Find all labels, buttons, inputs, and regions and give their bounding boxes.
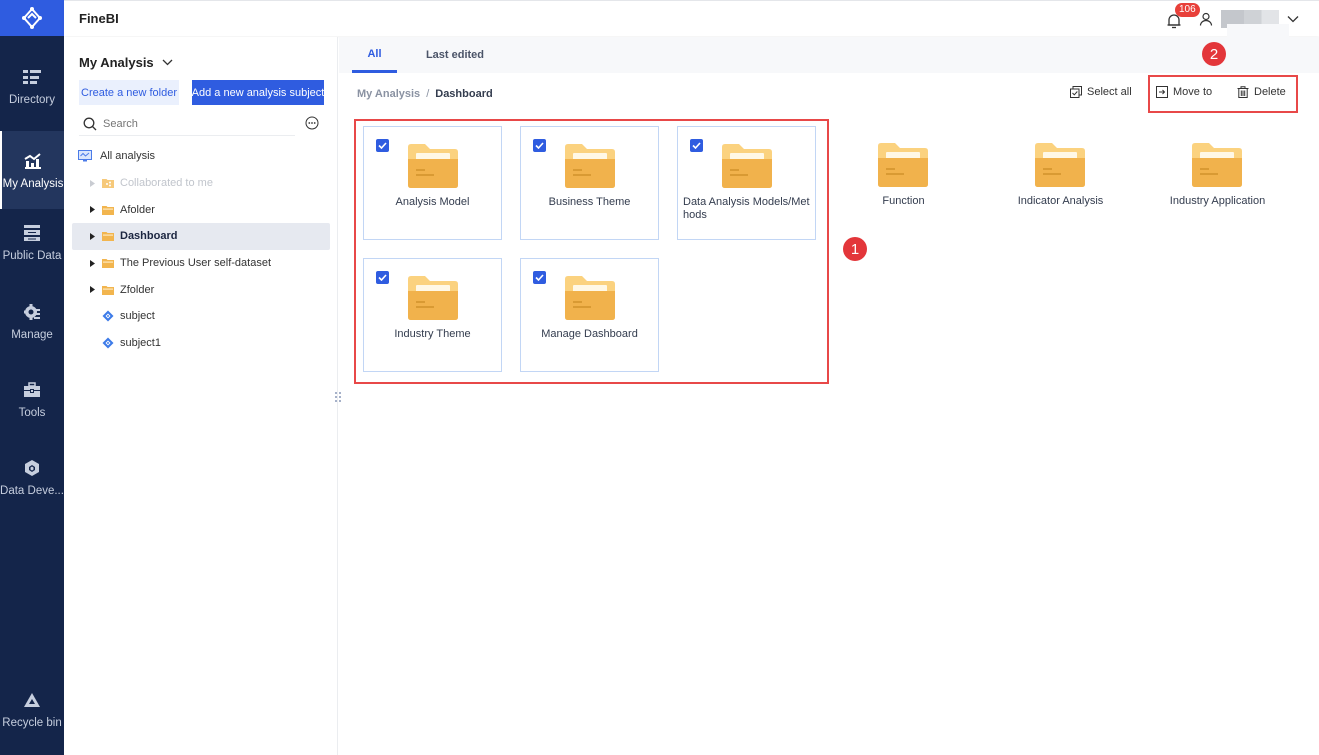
chevron-down-icon[interactable] <box>1287 15 1299 23</box>
public-data-icon <box>22 223 42 243</box>
panel-title: My Analysis <box>79 55 154 70</box>
nav-label-public-data: Public Data <box>2 249 62 262</box>
folder-icon <box>1192 143 1242 187</box>
expand-arrow-icon[interactable] <box>90 232 96 240</box>
annotation-marker-1: 1 <box>843 237 867 261</box>
folder-card[interactable]: Indicator Analysis <box>991 126 1130 240</box>
nav-label-manage: Manage <box>11 328 53 341</box>
chevron-down-icon <box>162 59 173 66</box>
notification-button[interactable]: 106 <box>1167 3 1200 29</box>
analysis-chart-icon <box>23 151 43 171</box>
tree-item[interactable]: Dashboard <box>72 223 330 250</box>
tree-label: Dashboard <box>120 230 178 243</box>
finebi-app: Directory My Analysis Public Data Manage <box>0 0 1319 755</box>
breadcrumb-current: Dashboard <box>435 88 493 100</box>
annotation-box-actions <box>1148 75 1298 113</box>
select-all-label: Select all <box>1087 86 1132 98</box>
tree-item[interactable]: Collaborated to me <box>72 170 330 197</box>
expand-arrow-icon[interactable] <box>90 259 96 267</box>
tab-all[interactable]: All <box>352 37 397 73</box>
nav-label-data-development: Data Deve... <box>0 484 64 497</box>
tree-item[interactable]: Afolder <box>72 196 330 223</box>
tree-item-all-analysis[interactable]: All analysis <box>72 143 330 170</box>
expand-arrow-icon[interactable] <box>90 179 96 187</box>
search-box <box>79 112 295 136</box>
shared-folder-icon <box>102 179 114 189</box>
nav-label-my-analysis: My Analysis <box>2 177 64 190</box>
finebi-logo[interactable] <box>0 0 64 36</box>
tab-last-edited[interactable]: Last edited <box>421 37 489 73</box>
folder-card[interactable]: Function <box>834 126 973 240</box>
panel-resize-handle[interactable] <box>334 390 342 402</box>
tree-item[interactable]: subject <box>72 303 330 330</box>
nav-item-recycle-bin[interactable]: Recycle bin <box>0 670 64 748</box>
nav-item-directory[interactable]: Directory <box>0 47 64 125</box>
folder-name: Indicator Analysis <box>1017 195 1104 207</box>
left-nav: Directory My Analysis Public Data Manage <box>0 0 64 755</box>
folder-icon <box>102 285 114 295</box>
app-title: FineBI <box>79 11 119 26</box>
tree-label: Zfolder <box>120 283 155 296</box>
nav-item-my-analysis[interactable]: My Analysis <box>0 131 64 209</box>
add-analysis-subject-button[interactable]: Add a new analysis subject <box>192 80 324 105</box>
tree-label: All analysis <box>100 150 156 163</box>
directory-icon <box>22 67 42 87</box>
user-icon[interactable] <box>1199 12 1213 26</box>
folder-icon <box>102 205 114 215</box>
folder-name: Function <box>882 195 925 207</box>
folder-tree: All analysis Collaborated to me Afolder Da… <box>72 143 330 357</box>
folder-icon <box>102 259 114 269</box>
breadcrumb-root[interactable]: My Analysis <box>357 88 420 100</box>
panel-title-dropdown[interactable]: My Analysis <box>79 55 173 70</box>
recycle-bin-icon <box>22 690 42 710</box>
annotation-box-selected-folders <box>354 119 829 384</box>
breadcrumb-separator: / <box>426 88 430 100</box>
drag-handle-icon <box>335 392 341 402</box>
tree-label: Afolder <box>120 203 155 216</box>
nav-label-tools: Tools <box>18 406 46 419</box>
create-folder-button[interactable]: Create a new folder <box>79 80 179 105</box>
tabs-bar: All Last edited <box>339 37 1319 73</box>
breadcrumb: My Analysis / Dashboard <box>357 88 493 100</box>
notification-badge: 106 <box>1175 3 1200 17</box>
select-all-button[interactable]: Select all <box>1070 86 1132 98</box>
folder-icon <box>1035 143 1085 187</box>
more-options-icon[interactable] <box>305 116 319 130</box>
top-bar: FineBI 106 <box>64 0 1319 36</box>
tree-label: The Previous User self-dataset <box>120 257 272 270</box>
search-icon <box>83 117 97 130</box>
search-input[interactable] <box>103 117 283 130</box>
annotation-marker-2: 2 <box>1202 42 1226 66</box>
nav-label-recycle-bin: Recycle bin <box>2 716 62 729</box>
nav-item-tools[interactable]: Tools <box>0 360 64 438</box>
tree-label: subject1 <box>120 337 161 350</box>
tree-label: Collaborated to me <box>120 177 213 190</box>
expand-arrow-icon[interactable] <box>90 286 96 294</box>
logo-icon <box>22 7 42 29</box>
tree-item[interactable]: Zfolder <box>72 276 330 303</box>
folder-icon <box>878 143 928 187</box>
subject-icon <box>102 337 114 349</box>
tree-item[interactable]: The Previous User self-dataset <box>72 250 330 277</box>
subject-icon <box>102 310 114 322</box>
folder-icon <box>102 232 114 242</box>
nav-item-data-development[interactable]: Data Deve... <box>0 438 64 516</box>
expand-arrow-icon[interactable] <box>90 206 96 214</box>
folder-card[interactable]: Industry Application <box>1148 126 1287 240</box>
nav-item-public-data[interactable]: Public Data <box>0 203 64 281</box>
nav-item-manage[interactable]: Manage <box>0 282 64 360</box>
analysis-panel: My Analysis Create a new folder Add a ne… <box>64 37 338 755</box>
manage-gear-icon <box>22 302 42 322</box>
select-all-icon <box>1070 86 1082 98</box>
tree-item[interactable]: subject1 <box>72 330 330 357</box>
monitor-chart-icon <box>78 150 92 162</box>
data-development-icon <box>22 458 42 478</box>
folder-name: Industry Application <box>1169 195 1266 207</box>
tree-label: subject <box>120 310 155 323</box>
toolbox-icon <box>22 380 42 400</box>
nav-label-directory: Directory <box>8 93 55 106</box>
